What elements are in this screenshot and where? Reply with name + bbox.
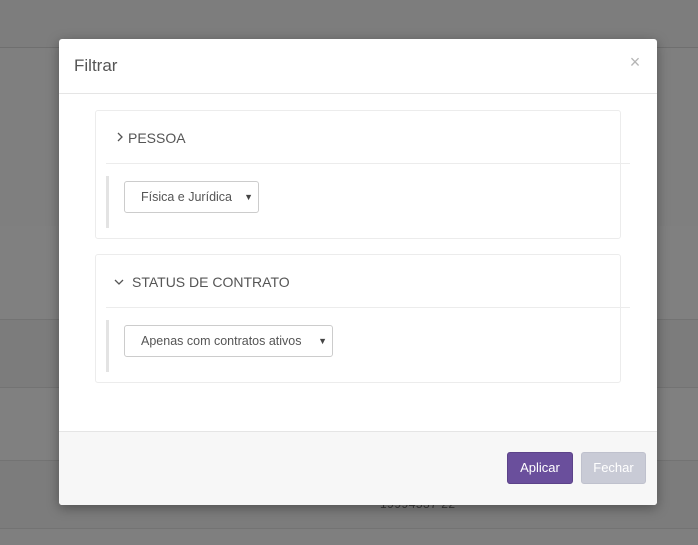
pessoa-select-value: Física e Jurídica: [141, 190, 233, 204]
apply-button[interactable]: Aplicar: [507, 452, 573, 484]
filter-modal: Filtrar × PESSOA Física e Jurídica ▼ STA…: [59, 39, 657, 505]
caret-down-icon: ▼: [318, 336, 327, 346]
filter-panel-status-contrato: STATUS DE CONTRATO Apenas com contratos …: [95, 254, 630, 383]
modal-header: Filtrar ×: [59, 39, 657, 94]
chevron-right-icon: [117, 132, 123, 142]
close-button[interactable]: Fechar: [581, 452, 646, 484]
modal-title: Filtrar: [74, 56, 118, 75]
pessoa-select[interactable]: Física e Jurídica ▼: [124, 181, 259, 213]
chevron-down-icon: [114, 279, 124, 285]
panel-body-status-contrato: Apenas com contratos ativos ▼: [106, 320, 616, 372]
close-icon[interactable]: ×: [627, 53, 643, 71]
caret-down-icon: ▼: [244, 192, 253, 202]
panel-header-pessoa[interactable]: PESSOA: [106, 111, 630, 164]
panel-header-status-contrato[interactable]: STATUS DE CONTRATO: [106, 255, 630, 308]
panel-body-pessoa: Física e Jurídica ▼: [106, 176, 616, 228]
status-contrato-select-value: Apenas com contratos ativos: [141, 334, 302, 348]
status-contrato-select[interactable]: Apenas com contratos ativos ▼: [124, 325, 333, 357]
modal-footer: Aplicar Fechar: [59, 431, 657, 505]
panel-title-status-contrato: STATUS DE CONTRATO: [132, 274, 290, 290]
panel-title-pessoa: PESSOA: [128, 130, 186, 146]
filter-panel-pessoa: PESSOA Física e Jurídica ▼: [95, 110, 630, 239]
